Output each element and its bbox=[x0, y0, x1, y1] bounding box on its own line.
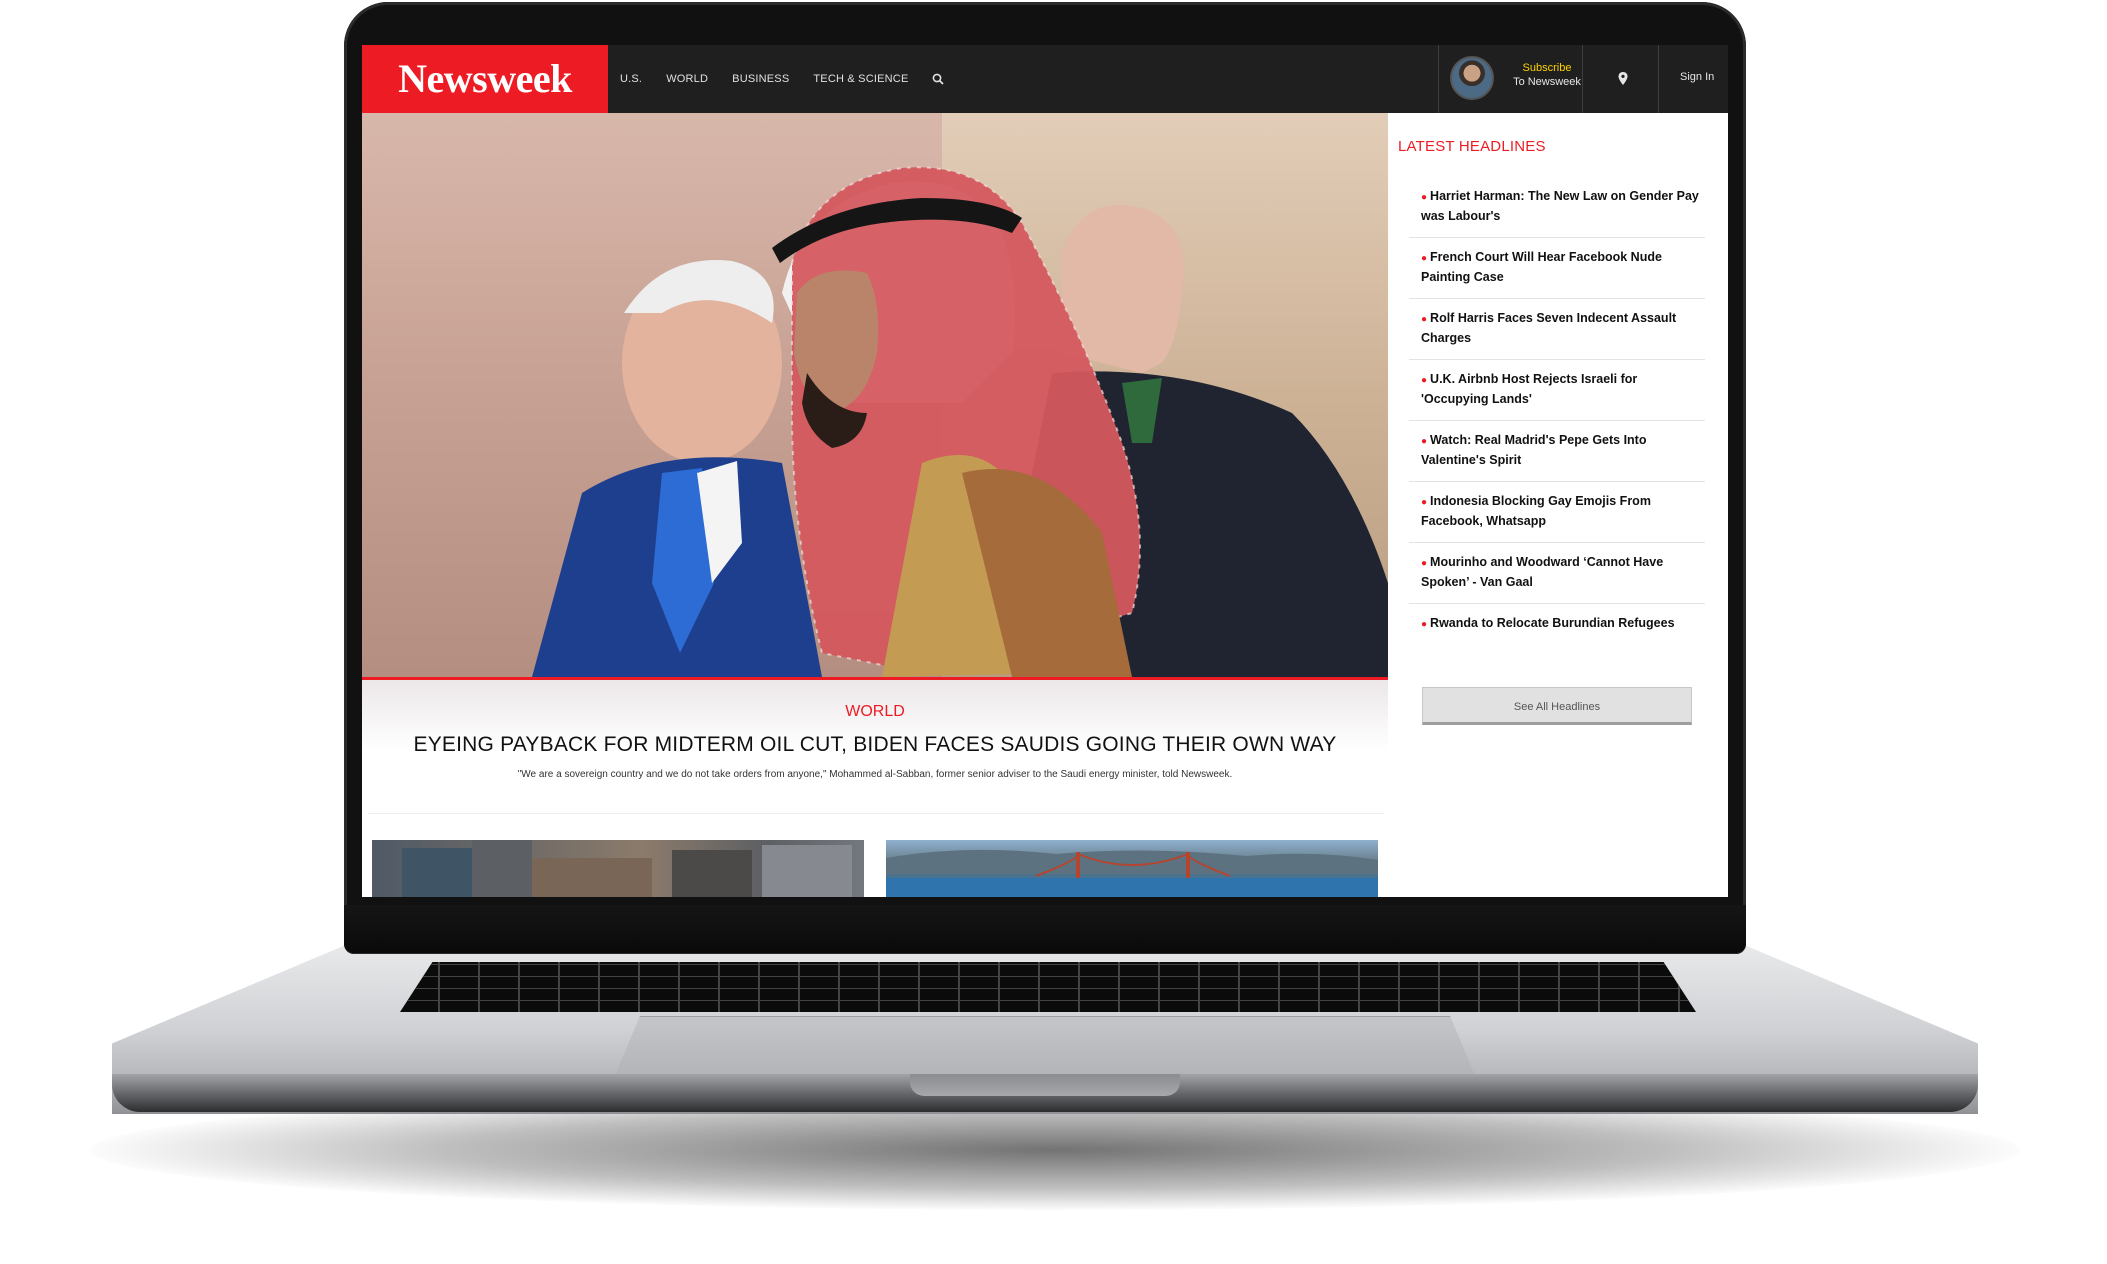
subscribe-sublabel: To Newsweek bbox=[1513, 76, 1581, 88]
nav-item-us[interactable]: U.S. bbox=[620, 73, 642, 85]
bullet-icon: ● bbox=[1421, 253, 1428, 264]
headline-item[interactable]: ● U.K. Airbnb Host Rejects Israeli for 'O… bbox=[1409, 360, 1705, 421]
hero-illustration bbox=[532, 166, 1388, 677]
top-navigation-bar: Newsweek U.S. WORLD BUSINESS TECH & SCIE… bbox=[362, 45, 1728, 113]
headline-text: Mourinho and Woodward ‘Cannot Have Spoke… bbox=[1421, 555, 1664, 589]
sidebar-title: LATEST HEADLINES bbox=[1398, 138, 1546, 155]
newsweek-logo[interactable]: Newsweek bbox=[362, 45, 608, 113]
headline-item[interactable]: ● Mourinho and Woodward ‘Cannot Have Spok… bbox=[1409, 543, 1705, 604]
nav-divider bbox=[1582, 45, 1583, 113]
headline-item[interactable]: ● Harriet Harman: The New Law on Gender P… bbox=[1409, 177, 1705, 238]
headline-item[interactable]: ● French Court Will Hear Facebook Nude Pa… bbox=[1409, 238, 1705, 299]
map-pin-icon[interactable] bbox=[1617, 71, 1629, 87]
hero-section-label[interactable]: WORLD bbox=[362, 703, 1388, 721]
sign-in-link[interactable]: Sign In bbox=[1680, 71, 1714, 83]
laptop-bezel bbox=[344, 905, 1746, 953]
subscriber-avatar[interactable] bbox=[1450, 56, 1494, 100]
headline-text: U.K. Airbnb Host Rejects Israeli for 'Oc… bbox=[1421, 372, 1638, 406]
main-nav: U.S. WORLD BUSINESS TECH & SCIENCE bbox=[620, 45, 946, 113]
laptop-keyboard bbox=[400, 962, 1696, 1012]
headline-text: Watch: Real Madrid's Pepe Gets Into Vale… bbox=[1421, 433, 1647, 467]
story-thumbnail-buildings[interactable] bbox=[372, 840, 864, 897]
headline-text: Indonesia Blocking Gay Emojis From Faceb… bbox=[1421, 494, 1651, 528]
headline-text: Rolf Harris Faces Seven Indecent Assault… bbox=[1421, 311, 1677, 345]
latest-headlines-sidebar: LATEST HEADLINES ● Harriet Harman: The Ne… bbox=[1388, 113, 1728, 897]
browser-screen: Newsweek U.S. WORLD BUSINESS TECH & SCIE… bbox=[362, 45, 1728, 897]
search-icon[interactable] bbox=[932, 72, 946, 86]
nav-divider bbox=[1658, 45, 1659, 113]
headline-text: Rwanda to Relocate Burundian Refugees bbox=[1430, 616, 1675, 630]
nav-item-world[interactable]: WORLD bbox=[666, 73, 708, 85]
nav-item-business[interactable]: BUSINESS bbox=[732, 73, 789, 85]
nav-divider bbox=[1438, 45, 1439, 113]
nav-item-tech-science[interactable]: TECH & SCIENCE bbox=[813, 73, 908, 85]
bullet-icon: ● bbox=[1421, 619, 1428, 630]
hero-headline[interactable]: EYEING PAYBACK FOR MIDTERM OIL CUT, BIDE… bbox=[362, 733, 1388, 757]
bullet-icon: ● bbox=[1421, 314, 1428, 325]
hero-dek: "We are a sovereign country and we do no… bbox=[517, 769, 1233, 780]
subscribe-label: Subscribe bbox=[1522, 62, 1572, 74]
content-divider bbox=[368, 813, 1384, 814]
laptop-lid-notch bbox=[910, 1074, 1180, 1096]
bullet-icon: ● bbox=[1421, 558, 1428, 569]
story-thumbnail-bridge[interactable] bbox=[886, 840, 1378, 897]
laptop-trackpad bbox=[614, 1016, 1476, 1078]
bullet-icon: ● bbox=[1421, 375, 1428, 386]
see-all-headlines-button[interactable]: See All Headlines bbox=[1422, 687, 1692, 725]
headline-text: Harriet Harman: The New Law on Gender Pa… bbox=[1421, 189, 1699, 223]
bullet-icon: ● bbox=[1421, 436, 1428, 447]
headline-item[interactable]: ● Indonesia Blocking Gay Emojis From Face… bbox=[1409, 482, 1705, 543]
hero-image[interactable] bbox=[362, 113, 1388, 677]
headline-item[interactable]: ● Rolf Harris Faces Seven Indecent Assaul… bbox=[1409, 299, 1705, 360]
bridge-illustration bbox=[886, 849, 1378, 897]
headline-list: ● Harriet Harman: The New Law on Gender P… bbox=[1409, 177, 1705, 664]
buildings-illustration bbox=[402, 840, 852, 897]
subscribe-link[interactable]: Subscribe To Newsweek bbox=[1502, 62, 1592, 88]
bullet-icon: ● bbox=[1421, 192, 1428, 203]
bullet-icon: ● bbox=[1421, 497, 1428, 508]
headline-item[interactable]: ● Rwanda to Relocate Burundian Refugees bbox=[1409, 604, 1705, 664]
headline-text: French Court Will Hear Facebook Nude Pai… bbox=[1421, 250, 1662, 284]
headline-item[interactable]: ● Watch: Real Madrid's Pepe Gets Into Val… bbox=[1409, 421, 1705, 482]
